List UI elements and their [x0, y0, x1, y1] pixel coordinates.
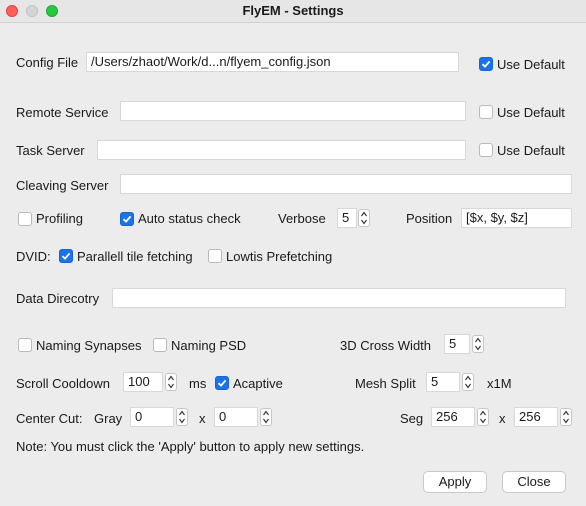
gray-times-label: x — [199, 411, 206, 426]
seg-x-value[interactable]: 256 — [431, 407, 475, 427]
auto-status-checkbox[interactable] — [120, 212, 134, 226]
task-server-label: Task Server — [16, 143, 85, 158]
seg-y-spinbox[interactable]: 256 — [514, 407, 572, 427]
settings-window: FlyEM - Settings Config File /Users/zhao… — [0, 0, 586, 506]
data-directory-input[interactable] — [112, 288, 566, 308]
config-file-label: Config File — [16, 55, 79, 70]
cross-width-value[interactable]: 5 — [444, 334, 470, 354]
scroll-cooldown-label: Scroll Cooldown — [16, 376, 110, 391]
stepper-arrows-icon — [168, 375, 174, 389]
position-input[interactable]: [$x, $y, $z] — [461, 208, 572, 228]
profiling-label: Profiling — [36, 211, 83, 226]
task-use-default-checkbox[interactable] — [479, 143, 493, 157]
mesh-split-value[interactable]: 5 — [426, 372, 460, 392]
cleaving-server-input[interactable] — [120, 174, 572, 194]
naming-synapses-label: Naming Synapses — [36, 338, 142, 353]
scroll-cooldown-unit: ms — [189, 376, 207, 391]
scroll-cooldown-value[interactable]: 100 — [123, 372, 163, 392]
stepper-arrows-icon — [475, 337, 481, 351]
verbose-label: Verbose — [278, 211, 326, 226]
apply-button[interactable]: Apply — [423, 471, 487, 493]
verbose-spinbox[interactable]: 5 — [337, 208, 371, 228]
task-server-input[interactable] — [97, 140, 466, 160]
seg-x-spinbox[interactable]: 256 — [431, 407, 489, 427]
remote-service-input[interactable] — [120, 101, 466, 121]
auto-status-label: Auto status check — [138, 211, 241, 226]
stepper-arrows-icon — [179, 410, 185, 424]
verbose-value[interactable]: 5 — [337, 208, 357, 228]
seg-y-stepper[interactable] — [560, 408, 572, 426]
remote-use-default-label: Use Default — [497, 105, 565, 120]
cross-width-spinbox[interactable]: 5 — [444, 334, 486, 354]
stepper-arrows-icon — [263, 410, 269, 424]
stepper-arrows-icon — [480, 410, 486, 424]
stepper-arrows-icon — [465, 375, 471, 389]
stepper-arrows-icon — [361, 211, 367, 225]
config-use-default-label: Use Default — [497, 57, 565, 72]
config-file-input[interactable]: /Users/zhaot/Work/d...n/flyem_config.jso… — [86, 52, 459, 72]
close-button[interactable]: Close — [502, 471, 566, 493]
scroll-cooldown-stepper[interactable] — [165, 373, 177, 391]
window-title: FlyEM - Settings — [242, 3, 344, 18]
position-label: Position — [406, 211, 453, 226]
remote-service-label: Remote Service — [16, 105, 109, 120]
naming-psd-checkbox[interactable] — [153, 338, 167, 352]
gray-label: Gray — [94, 411, 123, 426]
gray-y-stepper[interactable] — [260, 408, 272, 426]
gray-y-spinbox[interactable]: 0 — [214, 407, 272, 427]
center-cut-label: Center Cut: — [16, 411, 83, 426]
scroll-cooldown-spinbox[interactable]: 100 — [123, 372, 179, 392]
data-directory-label: Data Direcotry — [16, 291, 100, 306]
cross-width-stepper[interactable] — [472, 335, 484, 353]
naming-psd-label: Naming PSD — [171, 338, 247, 353]
seg-y-value[interactable]: 256 — [514, 407, 558, 427]
mesh-split-stepper[interactable] — [462, 373, 474, 391]
title-bar: FlyEM - Settings — [0, 0, 586, 23]
mesh-split-unit: x1M — [487, 376, 512, 391]
acaptive-label: Acaptive — [233, 376, 283, 391]
config-use-default-checkbox[interactable] — [479, 57, 493, 71]
checkmark-icon — [481, 60, 491, 68]
stepper-arrows-icon — [563, 410, 569, 424]
seg-label: Seg — [400, 411, 424, 426]
task-use-default-label: Use Default — [497, 143, 565, 158]
seg-times-label: x — [499, 411, 506, 426]
checkmark-icon — [122, 215, 132, 223]
parallel-fetching-checkbox[interactable] — [59, 249, 73, 263]
lowtis-prefetching-checkbox[interactable] — [208, 249, 222, 263]
gray-y-value[interactable]: 0 — [214, 407, 258, 427]
dvid-label: DVID: — [16, 249, 51, 264]
mesh-split-spinbox[interactable]: 5 — [426, 372, 476, 392]
checkmark-icon — [217, 379, 227, 387]
acaptive-checkbox[interactable] — [215, 376, 229, 390]
profiling-checkbox[interactable] — [18, 212, 32, 226]
lowtis-prefetching-label: Lowtis Prefetching — [226, 249, 333, 264]
seg-x-stepper[interactable] — [477, 408, 489, 426]
apply-note: Note: You must click the 'Apply' button … — [16, 439, 365, 454]
verbose-stepper[interactable] — [358, 209, 370, 227]
naming-synapses-checkbox[interactable] — [18, 338, 32, 352]
mesh-split-label: Mesh Split — [355, 376, 416, 391]
remote-use-default-checkbox[interactable] — [479, 105, 493, 119]
cleaving-server-label: Cleaving Server — [16, 178, 109, 193]
gray-x-spinbox[interactable]: 0 — [130, 407, 188, 427]
cross-width-label: 3D Cross Width — [340, 338, 432, 353]
gray-x-stepper[interactable] — [176, 408, 188, 426]
parallel-fetching-label: Parallell tile fetching — [77, 249, 193, 264]
checkmark-icon — [61, 252, 71, 260]
gray-x-value[interactable]: 0 — [130, 407, 174, 427]
